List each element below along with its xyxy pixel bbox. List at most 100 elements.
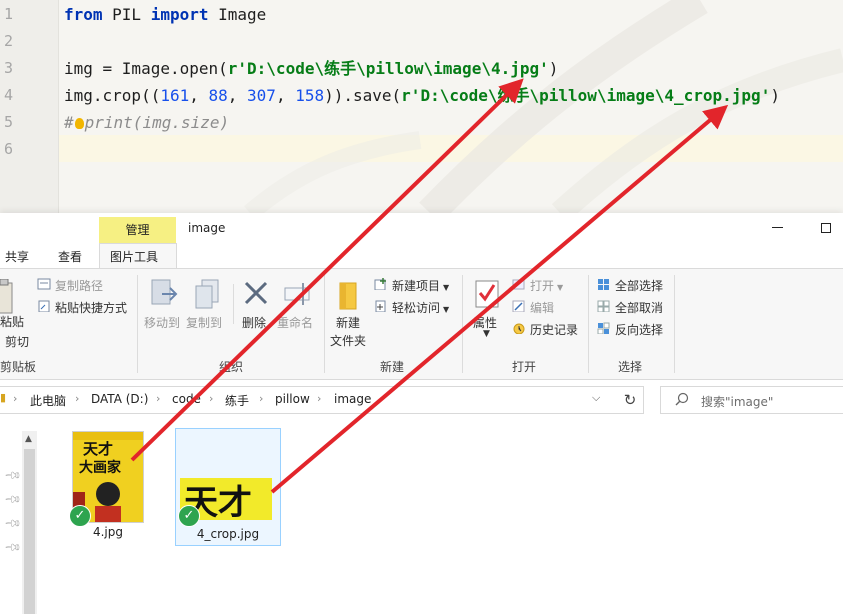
paste-button[interactable]: 粘贴 xyxy=(0,313,24,330)
scroll-up-icon[interactable]: ▲ xyxy=(25,434,32,444)
title-bar: 管理 image xyxy=(0,213,843,243)
select-none-icon xyxy=(597,300,610,312)
delete-x-icon xyxy=(244,281,268,305)
code-text[interactable]: from PIL import Image xyxy=(64,1,266,28)
code-token: import xyxy=(150,5,209,24)
breadcrumb-practice[interactable]: 练手 xyxy=(225,392,249,409)
code-text[interactable]: img.crop((161, 88, 307, 158)).save(r'D:\… xyxy=(64,82,780,109)
ribbon-separator xyxy=(588,275,589,373)
copy-path-icon xyxy=(37,278,51,290)
nav-scrollbar[interactable]: ▲ xyxy=(22,431,37,614)
breadcrumb-separator-icon: › xyxy=(13,392,18,405)
cut-button[interactable]: 剪切 xyxy=(5,333,29,350)
new-item-icon xyxy=(374,278,386,290)
sync-status-check-icon: ✓ xyxy=(69,505,91,527)
rename-icon xyxy=(284,283,310,305)
file-explorer-window[interactable]: 管理 image 共享 查看 图片工具 粘贴 复制路径 粘贴快捷方式 剪切 剪贴… xyxy=(0,213,843,614)
breadcrumb-separator-icon: › xyxy=(317,392,322,405)
code-token: , xyxy=(189,86,209,105)
code-token: r'D:\code\练手\pillow\image\4.jpg' xyxy=(227,59,549,78)
code-token: Image xyxy=(208,5,267,24)
file-name: 4.jpg xyxy=(92,525,124,539)
easy-access-button[interactable]: 轻松访问 ▼ xyxy=(392,299,449,316)
open-dropdown-icon: ▼ xyxy=(557,283,564,292)
code-token: img.crop(( xyxy=(64,86,161,105)
easy-access-label: 轻松访问 xyxy=(392,301,441,315)
pin-icon[interactable]: 📌︎ xyxy=(3,466,22,485)
line-number: 5 xyxy=(4,113,14,131)
pin-icon[interactable]: 📌︎ xyxy=(3,514,22,533)
new-folder-line2[interactable]: 文件夹 xyxy=(330,332,366,349)
edit-icon xyxy=(512,300,525,312)
breadcrumb-code[interactable]: code xyxy=(172,392,201,406)
code-token: )).save( xyxy=(324,86,402,105)
code-token: r'D:\code\练手\pillow\image\4_crop.jpg' xyxy=(401,86,771,105)
select-none-button[interactable]: 全部取消 xyxy=(615,299,663,316)
code-token: print(img.size) xyxy=(84,113,230,132)
select-all-button[interactable]: 全部选择 xyxy=(615,277,663,294)
clipboard-icon[interactable] xyxy=(0,279,14,315)
properties-dropdown-icon[interactable]: ▼ xyxy=(483,329,490,339)
file-name: 4_crop.jpg xyxy=(196,527,260,541)
search-icon xyxy=(675,392,689,406)
breadcrumb-image[interactable]: image xyxy=(334,392,371,406)
new-item-dropdown-icon: ▼ xyxy=(443,283,450,292)
tab-share[interactable]: 共享 xyxy=(5,248,29,265)
invert-selection-button[interactable]: 反向选择 xyxy=(615,321,663,338)
move-to-button[interactable]: 移动到 xyxy=(144,314,180,331)
easy-access-dropdown-icon: ▼ xyxy=(443,305,450,314)
minimize-icon[interactable] xyxy=(772,227,783,228)
breadcrumb-drive[interactable]: DATA (D:) xyxy=(91,392,148,406)
open-group-label: 打开 xyxy=(512,360,537,374)
code-token: # xyxy=(64,113,74,132)
breadcrumb-this-pc[interactable]: 此电脑 xyxy=(30,392,66,409)
tab-view[interactable]: 查看 xyxy=(58,248,82,265)
code-text[interactable]: img = Image.open(r'D:\code\练手\pillow\ima… xyxy=(64,55,558,82)
address-bar[interactable]: ▮ › 此电脑 › DATA (D:) › code › 练手 › pillow… xyxy=(0,386,644,414)
pin-icon[interactable]: 📌︎ xyxy=(3,538,22,557)
breadcrumb-separator-icon: › xyxy=(156,392,161,405)
rename-button[interactable]: 重命名 xyxy=(277,314,313,331)
new-item-button[interactable]: 新建项目 ▼ xyxy=(392,277,449,294)
code-token: 161 xyxy=(160,86,190,105)
code-token: img = Image.open( xyxy=(64,59,228,78)
open-icon xyxy=(512,279,525,290)
code-token: , xyxy=(227,86,248,105)
code-token: 307 xyxy=(247,86,276,105)
navigation-pane[interactable]: ▲ 📌︎ 📌︎ 📌︎ 📌︎ xyxy=(0,423,37,614)
code-editor[interactable]: 1 from PIL import Image 2 3 img = Image.open… xyxy=(0,0,843,213)
copy-path-button[interactable]: 复制路径 xyxy=(55,277,103,294)
delete-button[interactable]: 删除 xyxy=(242,314,266,331)
current-line-highlight xyxy=(59,135,843,162)
code-token: 88 xyxy=(208,86,228,105)
breadcrumb-separator-icon: › xyxy=(259,392,264,405)
search-box[interactable]: 搜索"image" xyxy=(660,386,843,414)
open-label: 打开 xyxy=(530,279,555,293)
pin-icon[interactable]: 📌︎ xyxy=(3,490,22,509)
clipboard-group-label: 剪贴板 xyxy=(0,360,37,374)
maximize-icon[interactable] xyxy=(821,223,831,233)
scrollbar-thumb[interactable] xyxy=(24,449,35,614)
copy-to-button[interactable]: 复制到 xyxy=(186,314,222,331)
refresh-icon[interactable]: ↻ xyxy=(618,389,642,411)
paste-shortcut-icon xyxy=(38,300,50,312)
new-folder-line1[interactable]: 新建 xyxy=(336,314,360,331)
breadcrumb-separator-icon: › xyxy=(209,392,214,405)
intention-bulb-icon[interactable] xyxy=(74,118,84,129)
paste-shortcut-button[interactable]: 粘贴快捷方式 xyxy=(55,299,127,316)
tab-picture-tools[interactable]: 图片工具 xyxy=(99,243,177,269)
ribbon-separator xyxy=(233,284,234,324)
organize-group-label: 组织 xyxy=(219,360,244,374)
ribbon-separator xyxy=(324,275,325,373)
window-title: image xyxy=(188,221,226,235)
code-text[interactable]: # print(img.size) xyxy=(64,109,229,136)
address-dropdown-icon[interactable]: ⌵ xyxy=(592,391,600,405)
properties-icon xyxy=(475,280,499,308)
move-to-icon xyxy=(151,279,178,305)
history-icon xyxy=(513,323,525,334)
manage-context-tab[interactable]: 管理 xyxy=(99,217,176,243)
open-button[interactable]: 打开 ▼ xyxy=(530,277,563,294)
breadcrumb-pillow[interactable]: pillow xyxy=(275,392,310,406)
edit-button[interactable]: 编辑 xyxy=(530,299,554,316)
history-button[interactable]: 历史记录 xyxy=(530,321,578,338)
